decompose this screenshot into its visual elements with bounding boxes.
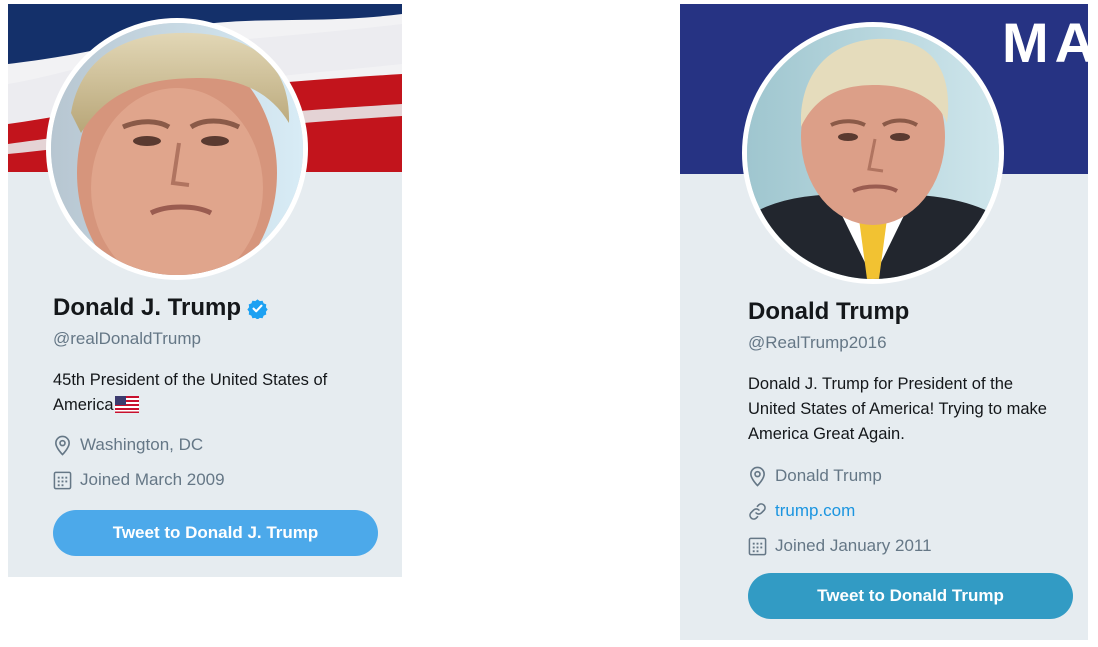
profile-name: Donald J. Trump <box>53 294 242 321</box>
location-row: Donald Trump <box>748 465 1078 487</box>
profile-handle[interactable]: @realDonaldTrump <box>53 328 383 350</box>
profile-bio-line: America Great Again. <box>748 425 905 443</box>
profile-bio-text: 45th President of the United States of A… <box>53 371 328 414</box>
us-flag-emoji-icon <box>114 396 139 413</box>
tweet-to-button[interactable]: Tweet to Donald J. Trump <box>53 510 378 556</box>
calendar-icon <box>53 471 72 489</box>
profile-info: Donald Trump @RealTrump2016 Donald J. Tr… <box>748 298 1078 557</box>
calendar-icon <box>748 537 767 555</box>
joined-text: Joined January 2011 <box>775 536 932 555</box>
location-pin-icon <box>750 466 765 487</box>
profile-bio: Donald J. Trump for President of the Uni… <box>748 372 1078 447</box>
profile-handle[interactable]: @RealTrump2016 <box>748 332 1078 354</box>
location-text: Donald Trump <box>775 466 882 485</box>
website-link[interactable]: trump.com <box>775 500 855 522</box>
profile-card-right: MA Donald Trump @RealTrump2016 Donald J.… <box>680 4 1088 640</box>
joined-row: Joined March 2009 <box>53 469 383 491</box>
location-pin-icon <box>55 435 70 456</box>
profile-info: Donald J. Trump @realDonaldTrump 45th Pr… <box>53 294 383 491</box>
joined-row: Joined January 2011 <box>748 535 1078 557</box>
profile-card-left: Donald J. Trump @realDonaldTrump 45th Pr… <box>8 4 402 577</box>
profile-name-row: Donald Trump <box>748 298 1078 326</box>
joined-text: Joined March 2009 <box>80 470 225 489</box>
link-icon <box>749 502 766 520</box>
profile-name: Donald Trump <box>748 298 910 325</box>
portrait-photo <box>51 23 303 275</box>
profile-bio-line: Donald J. Trump for President of the <box>748 375 1014 393</box>
profile-avatar[interactable] <box>742 22 1004 284</box>
profile-name-row: Donald J. Trump <box>53 294 383 322</box>
location-row: Washington, DC <box>53 434 383 456</box>
profile-avatar[interactable] <box>46 18 308 280</box>
profile-bio-line: United States of America! Trying to make <box>748 400 1047 418</box>
verified-badge-icon <box>247 298 268 319</box>
tweet-to-button[interactable]: Tweet to Donald Trump <box>748 573 1073 619</box>
portrait-photo <box>747 27 999 279</box>
website-row: trump.com <box>748 500 1078 522</box>
banner-text: MA <box>1002 11 1088 74</box>
location-text: Washington, DC <box>80 435 204 454</box>
profile-bio: 45th President of the United States of A… <box>53 368 363 418</box>
